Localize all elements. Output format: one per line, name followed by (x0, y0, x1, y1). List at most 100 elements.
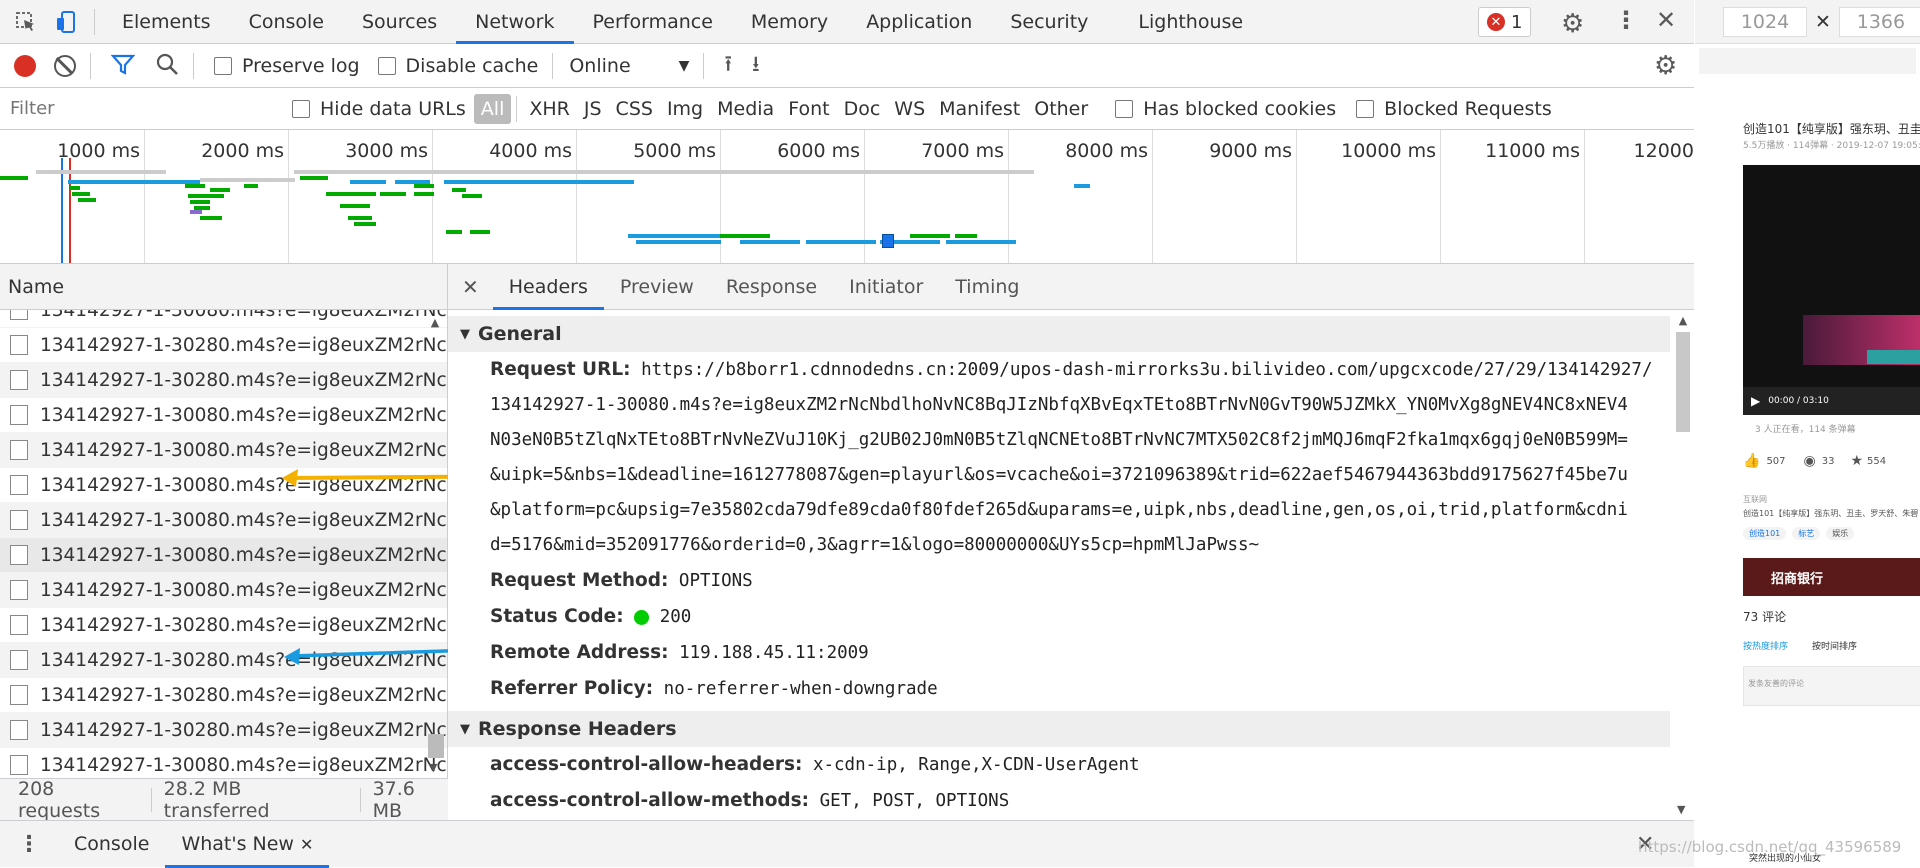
close-devtools-icon[interactable]: ✕ (1656, 6, 1676, 34)
disable-cache-checkbox[interactable]: Disable cache (377, 54, 539, 77)
tag-chip[interactable]: 标艺 (1792, 527, 1821, 540)
scroll-up-arrow-icon[interactable]: ▲ (1672, 314, 1694, 327)
scroll-up-arrow-icon[interactable]: ▲ (425, 316, 445, 329)
type-filter-doc[interactable]: Doc (837, 94, 888, 124)
viewer-count: 3 人正在看，114 条弹幕 (1755, 425, 1856, 435)
type-filter-all[interactable]: All (473, 93, 512, 124)
tab-initiator[interactable]: Initiator (833, 264, 939, 310)
blocked-requests-checkbox[interactable]: Blocked Requests (1356, 98, 1552, 120)
acam-label: access-control-allow-methods: (490, 790, 810, 811)
import-har-icon[interactable]: ⭱ (724, 47, 732, 85)
drawer-tab-console[interactable]: Console (58, 821, 165, 868)
video-player[interactable]: ▶ 00:00 / 03:10 (1743, 165, 1920, 415)
device-toolbar-icon[interactable] (46, 0, 86, 44)
tab-sources[interactable]: Sources (343, 0, 456, 44)
remote-address-label: Remote Address: (490, 642, 669, 663)
request-row[interactable]: 134142927-1-30280.m4s?e=ig8euxZM2rNc. (0, 713, 447, 748)
tab-memory[interactable]: Memory (732, 0, 847, 44)
type-filter-img[interactable]: Img (660, 94, 710, 124)
scroll-thumb[interactable] (428, 734, 444, 758)
comment-box[interactable]: 发条友善的评论 (1743, 666, 1920, 706)
hide-data-urls-checkbox[interactable]: Hide data URLs (292, 98, 466, 120)
sort-by-hot[interactable]: 按热度排序 (1743, 639, 1788, 652)
request-row[interactable]: 134142927-1-30080.m4s?e=ig8euxZM2rNc. (0, 398, 447, 433)
request-detail-pane: ✕ Headers Preview Response Initiator Tim… (448, 264, 1694, 820)
tab-application[interactable]: Application (847, 0, 991, 44)
has-blocked-cookies-checkbox[interactable]: Has blocked cookies (1115, 98, 1336, 120)
tab-console[interactable]: Console (230, 0, 343, 44)
tab-timing[interactable]: Timing (939, 264, 1035, 310)
type-filter-js[interactable]: JS (577, 94, 609, 124)
tag-chip[interactable]: 娱乐 (1826, 527, 1855, 540)
detail-scrollbar[interactable]: ▲ ▼ (1672, 310, 1694, 820)
acam-header-line: access-control-allow-methods: GET, POST,… (448, 783, 1670, 819)
tag-chip[interactable]: 创造101 (1743, 527, 1787, 540)
drawer-tab-whats-new[interactable]: What's New ✕ (165, 821, 330, 868)
favorite-icon[interactable]: ★ (1850, 453, 1863, 469)
record-button[interactable] (14, 54, 36, 77)
request-row[interactable]: 134142927-1-30280.m4s?e=ig8euxZM2rNc. (0, 328, 447, 363)
close-detail-icon[interactable]: ✕ (448, 275, 493, 299)
tab-headers[interactable]: Headers (492, 264, 604, 310)
filter-icon[interactable] (110, 53, 136, 79)
request-row[interactable]: 134142927-1-30280.m4s?e=ig8euxZM2rNc. (0, 678, 447, 713)
error-count-badge[interactable]: ✕ 1 (1478, 7, 1532, 37)
device-dimensions-bar: ✕ (1695, 0, 1920, 44)
remote-address-value: 119.188.45.11:2009 (679, 643, 869, 663)
video-caption (1867, 350, 1920, 364)
play-icon[interactable]: ▶ (1751, 394, 1760, 408)
type-filter-manifest[interactable]: Manifest (932, 94, 1027, 124)
close-tab-icon[interactable]: ✕ (300, 835, 313, 854)
search-icon[interactable] (155, 52, 179, 80)
disable-cache-label: Disable cache (405, 54, 539, 77)
name-column-header[interactable]: Name (0, 264, 447, 310)
general-section-header[interactable]: ▼ General (448, 316, 1670, 352)
tab-response[interactable]: Response (710, 264, 833, 310)
request-row[interactable]: 134142927-1-30080.m4s?e=ig8euxZM2rNc. (0, 310, 447, 328)
coin-icon[interactable]: ◉ (1804, 453, 1816, 469)
error-count: 1 (1511, 11, 1523, 33)
network-overview-timeline[interactable]: 1000 ms 2000 ms 3000 ms 4000 ms 5000 ms … (0, 130, 1694, 264)
sort-by-time[interactable]: 按时间排序 (1812, 639, 1857, 652)
request-url-label: Request URL: (490, 359, 631, 380)
type-filter-css[interactable]: CSS (609, 94, 660, 124)
ad-banner[interactable]: 招商银行 (1743, 558, 1920, 596)
tab-performance[interactable]: Performance (574, 0, 732, 44)
tab-lighthouse[interactable]: Lighthouse (1119, 0, 1262, 44)
network-settings-icon[interactable]: ⚙ (1654, 51, 1677, 81)
video-title[interactable]: 创造101【纯享版】强东玥、丑圭 (1743, 120, 1920, 137)
tab-elements[interactable]: Elements (103, 0, 230, 44)
drawer-menu-icon[interactable]: ⋮ (0, 832, 58, 857)
scroll-thumb[interactable] (1676, 332, 1690, 432)
request-row[interactable]: 134142927-1-30080.m4s?e=ig8euxZM2rNc. (0, 748, 447, 778)
video-meta: 5.5万播放 · 114弹幕 · 2019-12-07 19:05:49 (1743, 141, 1920, 151)
response-headers-section-header[interactable]: ▼ Response Headers (448, 711, 1670, 747)
type-filter-other[interactable]: Other (1027, 94, 1095, 124)
request-name: 134142927-1-30080.m4s?e=ig8euxZM2rNc. (40, 310, 447, 321)
preserve-log-checkbox[interactable]: Preserve log (214, 55, 360, 77)
inspect-element-icon[interactable] (6, 0, 46, 44)
request-url-line: N03eN0B5tZlqNxTEto8BTrNvNeZVuJ10Kj_g2UB0… (448, 423, 1670, 458)
tab-preview[interactable]: Preview (604, 264, 710, 310)
tab-network[interactable]: Network (456, 0, 574, 44)
tab-security[interactable]: Security (991, 0, 1107, 44)
like-icon[interactable]: 👍 (1743, 453, 1760, 469)
request-row[interactable]: 134142927-1-30280.m4s?e=ig8euxZM2rNc. (0, 363, 447, 398)
request-name: 134142927-1-30080.m4s?e=ig8euxZM2rNc. (40, 404, 447, 426)
type-filter-media[interactable]: Media (710, 94, 781, 124)
tick-label: 9000 ms (1209, 140, 1292, 162)
export-har-icon[interactable]: ⭳ (752, 47, 760, 85)
more-options-icon[interactable]: ⋮ (1614, 6, 1638, 34)
clear-icon[interactable] (54, 54, 76, 77)
scroll-down-arrow-icon[interactable]: ▼ (429, 761, 437, 774)
type-filter-font[interactable]: Font (781, 94, 836, 124)
filter-input[interactable] (4, 93, 272, 124)
detail-tabs: ✕ Headers Preview Response Initiator Tim… (448, 264, 1694, 310)
throttling-select[interactable]: Online ▼ (569, 55, 689, 77)
viewport-width-input[interactable] (1723, 6, 1807, 37)
scroll-down-arrow-icon[interactable]: ▼ (1677, 803, 1685, 816)
viewport-height-input[interactable] (1838, 6, 1920, 37)
settings-icon[interactable]: ⚙ (1561, 9, 1584, 39)
type-filter-xhr[interactable]: XHR (522, 94, 577, 124)
type-filter-ws[interactable]: WS (887, 94, 932, 124)
